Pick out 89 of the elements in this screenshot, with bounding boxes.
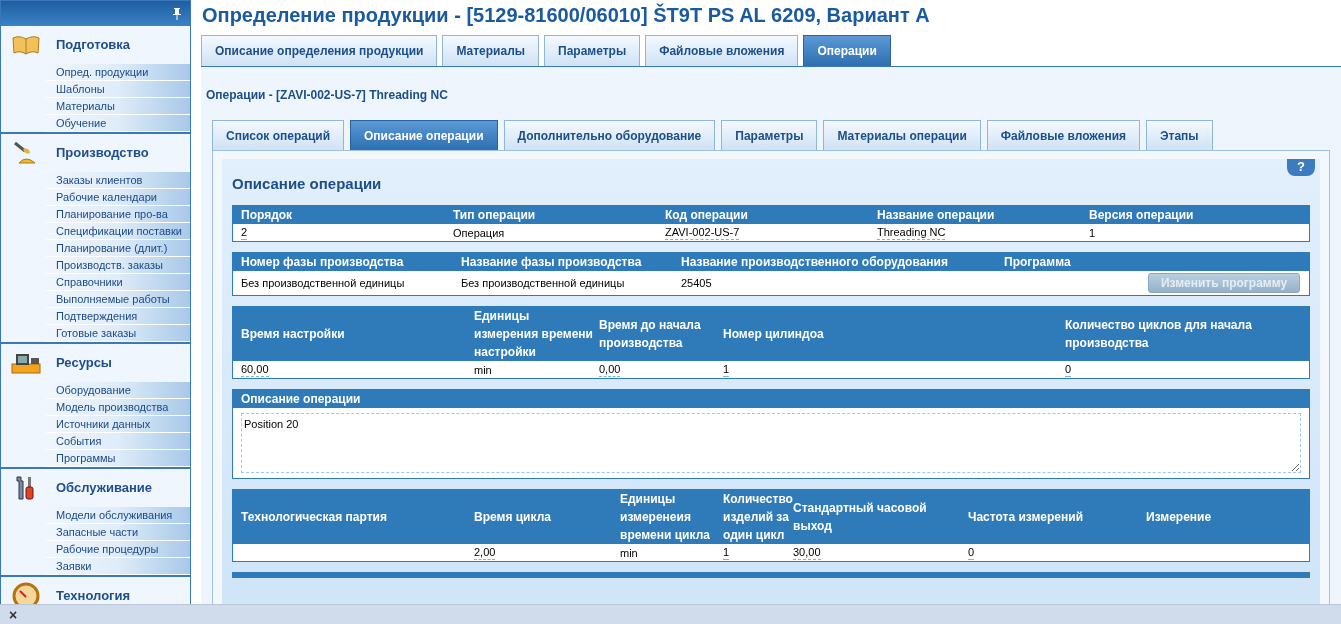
column-header: Название фазы производства — [461, 254, 643, 271]
sidebar-item[interactable]: События — [46, 433, 190, 450]
sidebar-item[interactable]: Спецификации поставки — [46, 223, 190, 240]
pin-icon[interactable] — [172, 7, 182, 20]
column-header: Технологическая партия — [241, 509, 388, 526]
sidebar-item[interactable]: Выполняемые работы — [46, 291, 190, 308]
section-title[interactable]: Ресурсы — [56, 353, 112, 373]
column-header: Единицы измерения времени настройки — [474, 308, 594, 361]
close-button[interactable]: × — [9, 607, 18, 622]
column-header: Тип операции — [453, 207, 537, 224]
sidebar-item[interactable]: Оборудование — [46, 382, 190, 399]
sidebar-item[interactable]: Рабочие календари — [46, 189, 190, 206]
column-header: Версия операции — [1089, 207, 1195, 224]
column-header: Количество изделий за один цикл — [723, 491, 793, 544]
table-cell: Операция — [453, 225, 505, 240]
table-cell[interactable]: 2 — [241, 225, 248, 240]
column-header: Время до начала производства — [599, 317, 702, 352]
sidebar-item[interactable]: Программы — [46, 450, 190, 467]
column-header: Единицы измеренеия времени цикла — [620, 491, 711, 544]
section-title[interactable]: Обслуживание — [56, 478, 152, 498]
tab[interactable]: Описание операции — [350, 120, 498, 150]
table-cell: min — [474, 362, 492, 377]
sidebar-item[interactable]: Модель производства — [46, 399, 190, 416]
sidebar-item[interactable]: Заказы клиентов — [46, 172, 190, 189]
column-header: Измерение — [1146, 509, 1213, 526]
sidebar-item[interactable]: Заявки — [46, 558, 190, 575]
sidebar-item[interactable]: Шаблоны — [46, 81, 190, 98]
table-cell[interactable]: 0,00 — [599, 362, 621, 377]
table-cell: 1 — [1089, 225, 1096, 240]
column-header: Время цикла — [474, 509, 552, 526]
table-cell: 25405 — [681, 276, 712, 290]
tab[interactable]: Файловые вложения — [645, 35, 799, 66]
tab[interactable]: Материалы операции — [823, 120, 981, 150]
sidebar-item[interactable]: Рабочие процедуры — [46, 541, 190, 558]
column-header: Порядок — [241, 207, 294, 224]
book-icon — [11, 34, 41, 56]
tab[interactable]: Материалы — [442, 35, 539, 66]
table-cell: Без производственной единицы — [461, 276, 625, 290]
table-cell[interactable]: 1 — [723, 545, 730, 560]
column-header: Программа — [1004, 254, 1072, 271]
column-header: Название производственного оборудования — [681, 254, 949, 271]
tab[interactable]: Этапы — [1146, 120, 1213, 150]
section-title[interactable]: Производство — [56, 143, 149, 163]
sidebar-item[interactable]: Планирование про-ва — [46, 206, 190, 223]
help-button[interactable]: ? — [1287, 159, 1315, 176]
tab[interactable]: Описание определения продукции — [201, 35, 438, 66]
table-cell[interactable]: 0 — [968, 545, 975, 560]
sidebar-item[interactable]: Производств. заказы — [46, 257, 190, 274]
sidebar-item[interactable]: Обучение — [46, 115, 190, 132]
table-cell[interactable]: Threading NC — [877, 225, 946, 240]
column-header: Название операции — [877, 207, 996, 224]
tab[interactable]: Операции — [803, 35, 891, 66]
section-title[interactable]: Подготовка — [56, 35, 131, 55]
section-title: Описание операции — [232, 175, 382, 192]
column-header: Частота измерений — [968, 509, 1084, 526]
table-cell[interactable]: ZAVI-002-US-7 — [665, 225, 740, 240]
sidebar-item[interactable]: Готовые заказы — [46, 325, 190, 342]
table-cell: Без производственной единицы — [241, 276, 405, 290]
operation-subtitle: Операции - [ZAVI-002-US-7] Threading NC — [206, 87, 449, 104]
tab[interactable]: Файловые вложения — [986, 120, 1141, 150]
column-header: Стандартный часовой выход — [793, 500, 928, 535]
table-cell[interactable]: 60,00 — [241, 362, 269, 377]
column-header: Время настройки — [241, 326, 346, 343]
page-title: Определение продукции - [5129-81600/06010] ŠT9T PS AL 6209, Вариант А — [202, 3, 931, 27]
sidebar-item[interactable]: Источники данных — [46, 416, 190, 433]
sidebar-item[interactable]: Опред. продукции — [46, 64, 190, 81]
sidebar-item[interactable]: Модели обслуживания — [46, 507, 190, 524]
table-cell[interactable]: 0 — [1065, 362, 1072, 377]
tab[interactable]: Дополнительно оборудование — [503, 120, 716, 150]
column-header: Описание операции — [233, 390, 1309, 408]
table-cell[interactable]: 1 — [723, 362, 730, 377]
sidebar-item[interactable]: Материалы — [46, 98, 190, 115]
machine-icon — [11, 352, 41, 374]
tab[interactable]: Параметры — [544, 35, 641, 66]
table-cell: min — [620, 545, 638, 560]
sidebar-item[interactable]: Планирование (длит.) — [46, 240, 190, 257]
section-title[interactable]: Технология — [56, 586, 131, 606]
table-cell[interactable]: 30,00 — [793, 545, 821, 560]
sidebar-item[interactable]: Подтверждения — [46, 308, 190, 325]
column-header: Номер цилиндоа — [723, 326, 825, 343]
column-header: Количество циклов для начала производства — [1065, 317, 1253, 352]
tab[interactable]: Список операций — [212, 120, 345, 150]
column-header: Номер фазы производства — [241, 254, 405, 271]
tab[interactable]: Параметры — [721, 120, 818, 150]
description-field[interactable]: Position 20 — [241, 413, 1301, 473]
table-cell[interactable]: 2,00 — [474, 545, 496, 560]
sidebar-item[interactable]: Справочники — [46, 274, 190, 291]
sidebar-item[interactable]: Запасные части — [46, 524, 190, 541]
column-header: Код операции — [665, 207, 749, 224]
